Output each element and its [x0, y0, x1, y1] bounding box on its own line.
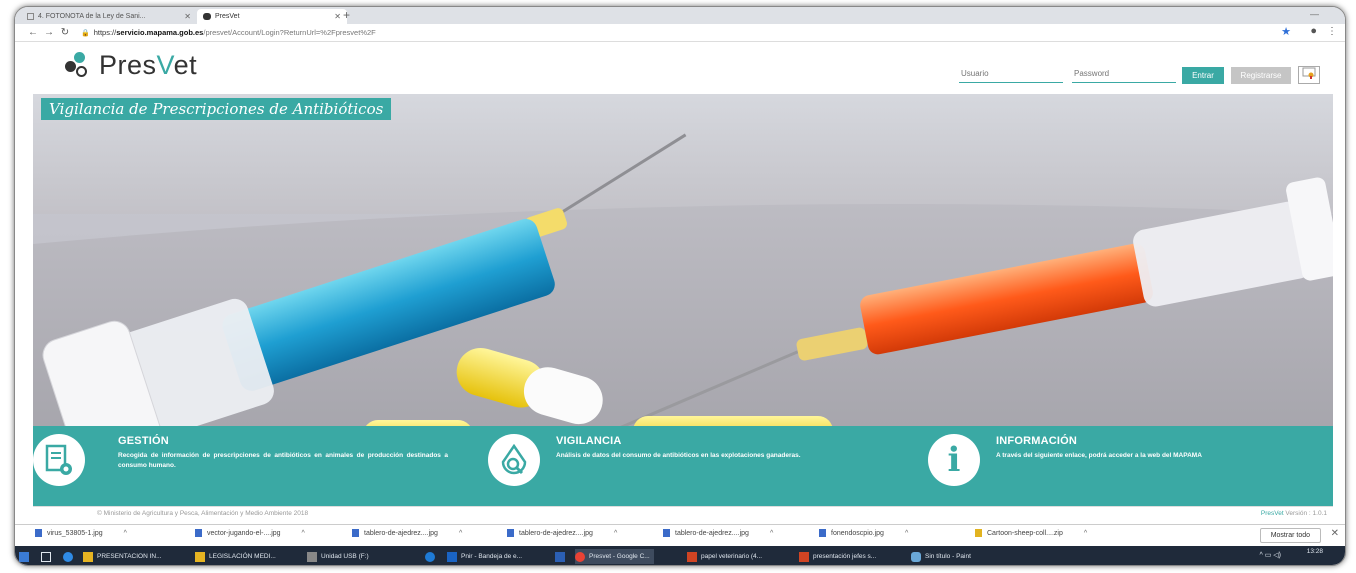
taskbar-item[interactable]: LEGISLACIÓN MEDI...: [195, 549, 276, 564]
certificate-icon[interactable]: [1298, 66, 1320, 84]
outlook-icon: [447, 551, 457, 562]
tab-label: PresVet: [215, 13, 240, 20]
site-header: PresVet Entrar Registrarse: [15, 42, 1345, 94]
edge-icon: [63, 551, 73, 562]
tab-close-icon[interactable]: ✕: [334, 12, 341, 21]
taskbar-item[interactable]: PRESENTACION IN...: [83, 549, 162, 564]
url-field[interactable]: https://servicio.mapama.gob.es/presvet/A…: [94, 28, 376, 37]
download-item[interactable]: virus_53805-1.jpg ^: [35, 529, 127, 537]
account-icon[interactable]: ●: [1310, 25, 1317, 37]
password-field[interactable]: [1072, 65, 1176, 83]
os-taskbar: PRESENTACION IN... LEGISLACIÓN MEDI... U…: [15, 546, 1345, 565]
presvet-logo[interactable]: PresVet: [65, 50, 197, 81]
info-icon: i: [928, 434, 980, 486]
file-icon: [507, 529, 514, 537]
login-button[interactable]: Entrar: [1182, 67, 1224, 84]
download-item[interactable]: vector-jugando-el-....jpg ^: [195, 529, 305, 537]
file-icon: [663, 529, 670, 537]
tab-favicon-icon: [27, 13, 34, 20]
copyright-text: © Ministerio de Agricultura y Pesca, Ali…: [97, 510, 309, 517]
presvet-favicon-icon: [203, 13, 211, 20]
feature-description: Recogida de información de prescripcione…: [118, 452, 448, 469]
taskbar-item[interactable]: [555, 549, 565, 564]
chrome-icon: [575, 551, 585, 562]
file-icon: [819, 529, 826, 537]
word-icon: [555, 551, 565, 562]
chevron-up-icon[interactable]: ^: [614, 530, 617, 537]
windows-icon: [19, 551, 29, 562]
browser-menu-icon[interactable]: ⋮: [1327, 26, 1337, 37]
back-icon[interactable]: ←: [25, 27, 41, 38]
site-footer: © Ministerio de Agricultura y Pesca, Ali…: [33, 506, 1333, 522]
taskbar-clock[interactable]: 13:28: [1307, 548, 1323, 556]
lock-icon: 🔒: [81, 29, 90, 37]
feature-title: GESTIÓN: [118, 435, 169, 447]
taskbar-app-browser[interactable]: [63, 549, 73, 564]
close-downloads-icon[interactable]: ✕: [1331, 528, 1339, 539]
taskbar-item[interactable]: papel veterinario (4...: [687, 549, 762, 564]
taskbar-item[interactable]: Unidad USB (F:): [307, 549, 369, 564]
chevron-up-icon[interactable]: ^: [1084, 530, 1087, 537]
logo-mark-icon: [65, 51, 95, 80]
file-icon: [35, 529, 42, 537]
features-band: GESTIÓN Recogida de información de presc…: [33, 426, 1333, 506]
chevron-up-icon[interactable]: ^: [905, 530, 908, 537]
tab-close-icon[interactable]: ✕: [184, 12, 191, 21]
start-button[interactable]: [19, 549, 29, 564]
chevron-up-icon[interactable]: ^: [770, 530, 773, 537]
feature-title: INFORMACIÓN: [996, 435, 1078, 447]
downloads-bar: virus_53805-1.jpg ^ vector-jugando-el-...…: [15, 524, 1345, 546]
powerpoint-icon: [687, 551, 697, 562]
register-button[interactable]: Registrarse: [1231, 67, 1291, 84]
ie-icon: [425, 551, 435, 562]
tab-strip: 4. FOTONOTA de la Ley de Sani... ✕ PresV…: [15, 7, 1345, 24]
taskbar-item[interactable]: Sin título - Paint: [911, 549, 971, 564]
task-view-icon[interactable]: [41, 549, 51, 564]
download-item[interactable]: fonendoscpio.jpg ^: [819, 529, 908, 537]
powerpoint-icon: [799, 551, 809, 562]
feature-description: A través del siguiente enlace, podrá acc…: [996, 452, 1202, 459]
logo-text: PresVet: [99, 50, 198, 80]
tab-label: 4. FOTONOTA de la Ley de Sani...: [38, 13, 146, 20]
feature-title: VIGILANCIA: [556, 435, 622, 447]
taskbar-item[interactable]: [425, 549, 435, 564]
file-icon: [195, 529, 202, 537]
feature-description: Análisis de datos del consumo de antibió…: [556, 452, 801, 459]
chevron-up-icon[interactable]: ^: [124, 530, 127, 537]
zip-file-icon: [975, 529, 982, 537]
chevron-up-icon[interactable]: ^: [459, 530, 462, 537]
version-text: PresVet Versión : 1.0.1: [1260, 510, 1327, 517]
forward-icon[interactable]: →: [41, 27, 57, 38]
drop-magnifier-icon: [488, 434, 540, 486]
browser-tab-1[interactable]: 4. FOTONOTA de la Ley de Sani... ✕: [21, 9, 197, 24]
taskbar-item[interactable]: Presvet - Google C...: [575, 549, 654, 564]
username-field[interactable]: [959, 65, 1063, 83]
taskbar-item[interactable]: presentación jefes s...: [799, 549, 876, 564]
browser-tab-2[interactable]: PresVet ✕: [197, 9, 347, 24]
form-gear-icon: [33, 434, 85, 486]
hero-syringes-image: [33, 94, 1333, 426]
download-item[interactable]: tablero-de-ajedrez....jpg ^: [507, 529, 617, 537]
taskbar-item[interactable]: Pnir - Bandeja de e...: [447, 549, 522, 564]
reload-icon[interactable]: ↻: [57, 27, 73, 38]
usb-drive-icon: [307, 551, 317, 562]
folder-icon: [83, 551, 93, 562]
folder-icon: [195, 551, 205, 562]
show-all-downloads-button[interactable]: Mostrar todo: [1259, 528, 1321, 543]
hero-banner: Vigilancia de Prescripciones de Antibiót…: [33, 94, 1333, 426]
address-bar: ← → ↻ 🔒 https://servicio.mapama.gob.es/p…: [15, 24, 1345, 42]
browser-window: 4. FOTONOTA de la Ley de Sani... ✕ PresV…: [14, 6, 1346, 566]
hero-title: Vigilancia de Prescripciones de Antibiót…: [41, 98, 392, 120]
download-item[interactable]: tablero-de-ajedrez....jpg ^: [663, 529, 773, 537]
new-tab-icon[interactable]: +: [343, 8, 350, 22]
minimize-icon[interactable]: —: [1310, 9, 1319, 19]
file-icon: [352, 529, 359, 537]
chevron-up-icon[interactable]: ^: [302, 530, 305, 537]
paint-icon: [911, 551, 921, 562]
download-item[interactable]: tablero-de-ajedrez....jpg ^: [352, 529, 462, 537]
bookmark-star-icon[interactable]: ★: [1281, 25, 1291, 38]
system-tray-icons[interactable]: ^ ▭ ◁): [1259, 551, 1281, 559]
download-item[interactable]: Cartoon-sheep-coll....zip ^: [975, 529, 1087, 537]
